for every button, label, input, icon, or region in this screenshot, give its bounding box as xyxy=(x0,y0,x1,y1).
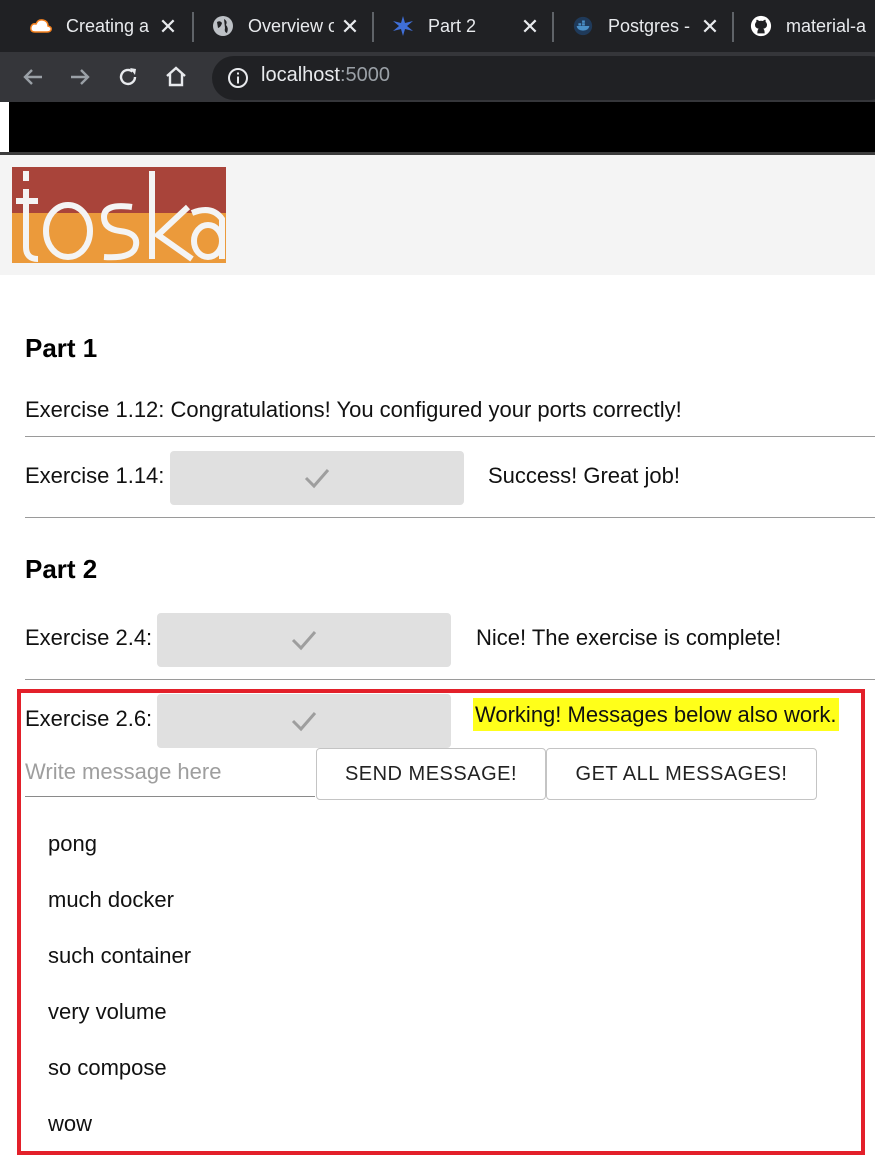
back-icon[interactable] xyxy=(17,61,49,93)
tab-separator xyxy=(732,12,734,42)
tab-title: Creating a xyxy=(66,15,150,36)
toska-logo xyxy=(12,167,226,268)
bookmarks-bar xyxy=(9,102,875,152)
exercise-1-14-status: Success! Great job! xyxy=(488,463,680,488)
forward-icon[interactable] xyxy=(64,61,96,93)
docker-icon xyxy=(572,15,594,37)
app-icon xyxy=(392,15,414,37)
info-icon[interactable] xyxy=(222,62,254,94)
url-host: localhost xyxy=(261,64,340,86)
close-icon[interactable]: ✕ xyxy=(156,14,180,40)
exercise-1-14-label: Exercise 1.14: xyxy=(25,463,165,488)
github-icon xyxy=(750,15,772,37)
tab-title: Overview o xyxy=(248,15,334,36)
check-icon xyxy=(291,631,317,651)
check-icon xyxy=(304,469,330,489)
tab-separator xyxy=(192,12,194,42)
divider xyxy=(25,517,875,518)
reload-icon[interactable] xyxy=(112,61,144,93)
tab-postgres[interactable]: Postgres - ✕ xyxy=(572,0,722,52)
url-text[interactable]: localhost:5000 xyxy=(261,64,390,87)
url-port: :5000 xyxy=(339,64,390,86)
exercise-2-4-button[interactable] xyxy=(157,613,451,667)
globe-icon xyxy=(212,15,234,37)
tab-overview[interactable]: Overview o ✕ xyxy=(212,0,362,52)
tab-title: Postgres - xyxy=(608,15,691,36)
annotation-box xyxy=(17,689,865,1155)
exercise-1-14-button[interactable] xyxy=(170,451,464,505)
part1-heading: Part 1 xyxy=(25,333,98,363)
exercise-1-12-text: Exercise 1.12: Congratulations! You conf… xyxy=(25,397,682,422)
exercise-2-4-label: Exercise 2.4: xyxy=(25,625,153,650)
tab-separator xyxy=(552,12,554,42)
cloud-icon xyxy=(30,15,52,37)
tab-separator xyxy=(372,12,374,42)
divider xyxy=(25,436,875,437)
tab-creating[interactable]: Creating a ✕ xyxy=(30,0,180,52)
divider xyxy=(25,679,875,680)
part2-heading: Part 2 xyxy=(25,554,98,584)
tab-part2[interactable]: Part 2 ✕ xyxy=(392,0,542,52)
tab-title: material-a xyxy=(786,15,867,36)
tab-material[interactable]: material-a xyxy=(750,0,875,52)
close-icon[interactable]: ✕ xyxy=(698,14,722,40)
exercise-2-4-status: Nice! The exercise is complete! xyxy=(476,625,782,650)
tab-title: Part 2 xyxy=(428,15,477,36)
home-icon[interactable] xyxy=(160,61,192,93)
close-icon[interactable]: ✕ xyxy=(338,14,362,40)
close-icon[interactable]: ✕ xyxy=(518,14,542,40)
